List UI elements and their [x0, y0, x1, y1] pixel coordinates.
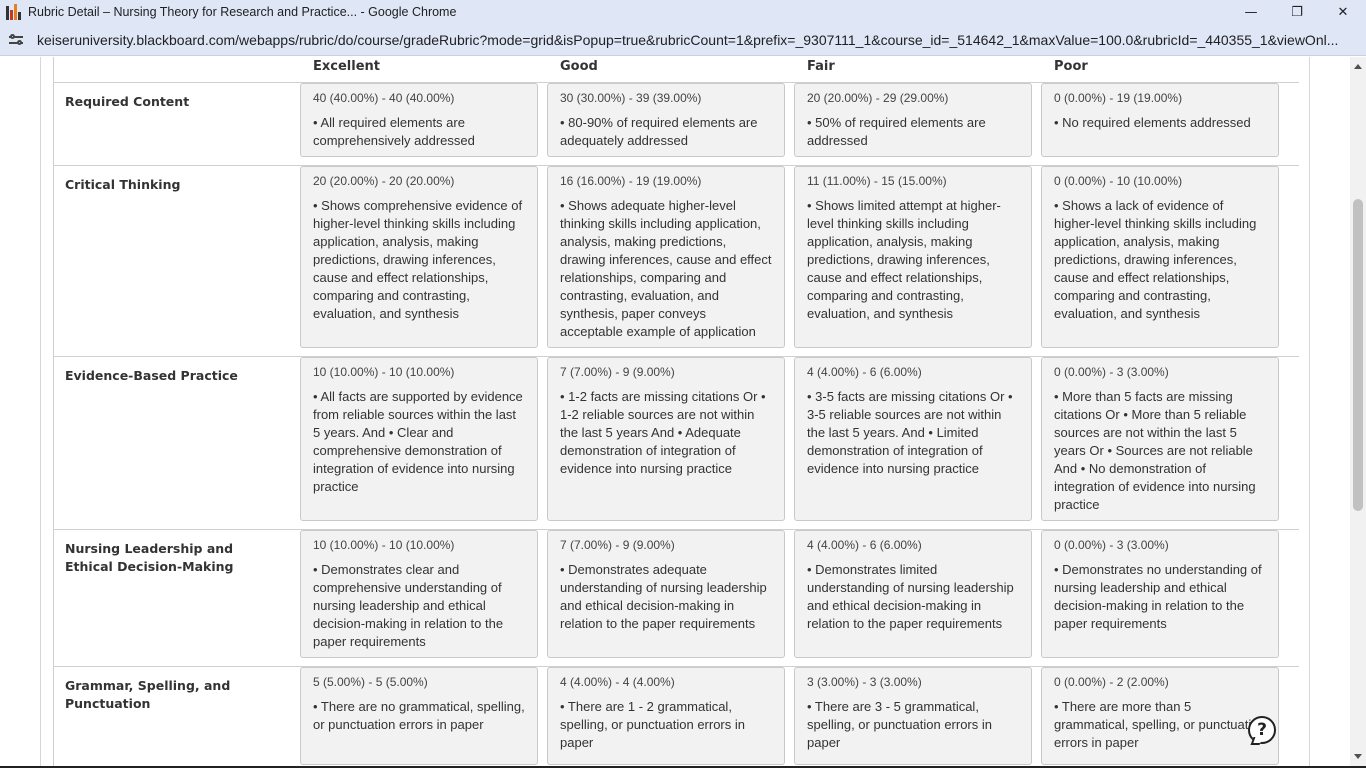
cell-description: • There are 3 - 5 grammatical, spelling,… — [807, 699, 992, 750]
level-header-poor: Poor — [1054, 59, 1088, 74]
cell-points-range: 10 (10.00%) - 10 (10.00%) — [313, 365, 455, 379]
rubric-cell-good[interactable]: 7 (7.00%) - 9 (9.00%) • Demonstrates adeq… — [547, 530, 785, 658]
cell-points-range: 7 (7.00%) - 9 (9.00%) — [560, 365, 675, 379]
rubric-row-grammar-spelling: Grammar, Spelling, and Punctuation 5 (5.0… — [54, 667, 1299, 766]
minimize-button[interactable]: — — [1228, 0, 1274, 24]
cell-points-range: 10 (10.00%) - 10 (10.00%) — [313, 538, 455, 552]
cell-description: • 3-5 facts are missing citations Or • 3… — [807, 389, 1013, 476]
cell-points-range: 0 (0.00%) - 3 (3.00%) — [1054, 538, 1169, 552]
cell-description: • Demonstrates no understanding of nursi… — [1054, 562, 1262, 631]
cell-points-range: 7 (7.00%) - 9 (9.00%) — [560, 538, 675, 552]
criterion-label: Nursing Leadership and Ethical Decision-… — [65, 541, 234, 574]
tune-icon[interactable] — [9, 33, 25, 47]
cell-description: • All required elements are comprehensiv… — [313, 115, 475, 148]
cell-description: • 1-2 facts are missing citations Or • 1… — [560, 389, 766, 476]
cell-description: • Shows a lack of evidence of higher-lev… — [1054, 198, 1257, 321]
cell-description: • More than 5 facts are missing citation… — [1054, 389, 1256, 512]
cell-points-range: 4 (4.00%) - 6 (6.00%) — [807, 365, 922, 379]
cell-description: • Demonstrates clear and comprehensive u… — [313, 562, 504, 649]
cell-description: • No required elements addressed — [1054, 115, 1251, 130]
page-scrollbar[interactable] — [1350, 57, 1366, 766]
cell-description: • 50% of required elements are addressed — [807, 115, 986, 148]
level-header-good: Good — [560, 59, 598, 74]
criterion-label: Critical Thinking — [65, 177, 181, 192]
rubric-cell-good[interactable]: 16 (16.00%) - 19 (19.00%) • Shows adequat… — [547, 166, 785, 348]
scroll-up-icon[interactable] — [1354, 64, 1362, 69]
cell-points-range: 20 (20.00%) - 20 (20.00%) — [313, 174, 455, 188]
cell-points-range: 0 (0.00%) - 19 (19.00%) — [1054, 91, 1183, 105]
rubric-cell-fair[interactable]: 4 (4.00%) - 6 (6.00%) • Demonstrates limi… — [794, 530, 1032, 658]
rubric-cell-good[interactable]: 7 (7.00%) - 9 (9.00%) • 1-2 facts are mis… — [547, 357, 785, 521]
rubric-cell-fair[interactable]: 4 (4.00%) - 6 (6.00%) • 3-5 facts are mis… — [794, 357, 1032, 521]
rubric-cell-fair[interactable]: 11 (11.00%) - 15 (15.00%) • Shows limited… — [794, 166, 1032, 348]
cell-description: • There are 1 - 2 grammatical, spelling,… — [560, 699, 745, 750]
cell-description: • Shows limited attempt at higher-level … — [807, 198, 1001, 321]
rubric-grid: Excellent Good Fair Poor Required Conten… — [53, 57, 1299, 766]
cell-points-range: 11 (11.00%) - 15 (15.00%) — [807, 174, 947, 188]
criterion-label: Required Content — [65, 94, 190, 109]
window-controls: — ❐ ✕ — [1228, 0, 1366, 24]
scroll-down-icon[interactable] — [1354, 754, 1362, 759]
cell-description: • All facts are supported by evidence fr… — [313, 389, 523, 494]
cell-description: • Shows adequate higher-level thinking s… — [560, 198, 772, 339]
rubric-panel: Excellent Good Fair Poor Required Conten… — [40, 57, 1310, 766]
rubric-cell-poor[interactable]: 0 (0.00%) - 2 (2.00%) • There are more th… — [1041, 667, 1279, 765]
rubric-cell-fair[interactable]: 20 (20.00%) - 29 (29.00%) • 50% of requir… — [794, 83, 1032, 157]
cell-description: • There are more than 5 grammatical, spe… — [1054, 699, 1266, 750]
window-titlebar: Rubric Detail – Nursing Theory for Resea… — [0, 0, 1366, 24]
rubric-cell-excellent[interactable]: 40 (40.00%) - 40 (40.00%) • All required … — [300, 83, 538, 157]
cell-points-range: 40 (40.00%) - 40 (40.00%) — [313, 91, 455, 105]
cell-points-range: 30 (30.00%) - 39 (39.00%) — [560, 91, 702, 105]
level-header-excellent: Excellent — [313, 59, 380, 74]
rubric-cell-poor[interactable]: 0 (0.00%) - 19 (19.00%) • No required ele… — [1041, 83, 1279, 157]
rubric-cell-good[interactable]: 4 (4.00%) - 4 (4.00%) • There are 1 - 2 g… — [547, 667, 785, 765]
rubric-cell-poor[interactable]: 0 (0.00%) - 10 (10.00%) • Shows a lack of… — [1041, 166, 1279, 348]
rubric-row-required-content: Required Content 40 (40.00%) - 40 (40.00%… — [54, 83, 1299, 166]
help-icon[interactable]: ? — [1248, 716, 1276, 744]
rubric-cell-excellent[interactable]: 10 (10.00%) - 10 (10.00%) • Demonstrates … — [300, 530, 538, 658]
level-header-fair: Fair — [807, 59, 835, 74]
scroll-thumb[interactable] — [1353, 199, 1363, 511]
rubric-row-nursing-leadership: Nursing Leadership and Ethical Decision-… — [54, 530, 1299, 667]
cell-points-range: 4 (4.00%) - 6 (6.00%) — [807, 538, 922, 552]
criterion-label: Grammar, Spelling, and Punctuation — [65, 678, 231, 711]
cell-points-range: 0 (0.00%) - 2 (2.00%) — [1054, 675, 1169, 689]
rubric-cell-poor[interactable]: 0 (0.00%) - 3 (3.00%) • More than 5 facts… — [1041, 357, 1279, 521]
url-field[interactable]: keiseruniversity.blackboard.com/webapps/… — [37, 32, 1357, 48]
rubric-cell-excellent[interactable]: 20 (20.00%) - 20 (20.00%) • Shows compreh… — [300, 166, 538, 348]
rubric-row-critical-thinking: Critical Thinking 20 (20.00%) - 20 (20.00… — [54, 166, 1299, 357]
cell-points-range: 20 (20.00%) - 29 (29.00%) — [807, 91, 949, 105]
rubric-cell-fair[interactable]: 3 (3.00%) - 3 (3.00%) • There are 3 - 5 g… — [794, 667, 1032, 765]
rubric-cell-poor[interactable]: 0 (0.00%) - 3 (3.00%) • Demonstrates no u… — [1041, 530, 1279, 658]
chart-bars-icon — [6, 4, 22, 20]
cell-description: • Demonstrates adequate understanding of… — [560, 562, 767, 631]
window-title: Rubric Detail – Nursing Theory for Resea… — [28, 5, 457, 19]
cell-points-range: 0 (0.00%) - 10 (10.00%) — [1054, 174, 1183, 188]
rubric-cell-excellent[interactable]: 5 (5.00%) - 5 (5.00%) • There are no gram… — [300, 667, 538, 765]
restore-button[interactable]: ❐ — [1274, 0, 1320, 24]
cell-points-range: 5 (5.00%) - 5 (5.00%) — [313, 675, 428, 689]
cell-points-range: 0 (0.00%) - 3 (3.00%) — [1054, 365, 1169, 379]
rubric-cell-good[interactable]: 30 (30.00%) - 39 (39.00%) • 80-90% of req… — [547, 83, 785, 157]
address-bar: keiseruniversity.blackboard.com/webapps/… — [0, 24, 1366, 56]
page-viewport: Excellent Good Fair Poor Required Conten… — [0, 57, 1350, 766]
cell-points-range: 16 (16.00%) - 19 (19.00%) — [560, 174, 702, 188]
cell-points-range: 4 (4.00%) - 4 (4.00%) — [560, 675, 675, 689]
cell-points-range: 3 (3.00%) - 3 (3.00%) — [807, 675, 922, 689]
cell-description: • There are no grammatical, spelling, or… — [313, 699, 525, 732]
close-button[interactable]: ✕ — [1320, 0, 1366, 24]
criterion-label: Evidence-Based Practice — [65, 368, 238, 383]
rubric-cell-excellent[interactable]: 10 (10.00%) - 10 (10.00%) • All facts are… — [300, 357, 538, 521]
cell-description: • Shows comprehensive evidence of higher… — [313, 198, 523, 321]
rubric-header-row: Excellent Good Fair Poor — [54, 57, 1299, 83]
cell-description: • Demonstrates limited understanding of … — [807, 562, 1014, 631]
cell-description: • 80-90% of required elements are adequa… — [560, 115, 758, 148]
rubric-row-evidence-based-practice: Evidence-Based Practice 10 (10.00%) - 10 … — [54, 357, 1299, 530]
